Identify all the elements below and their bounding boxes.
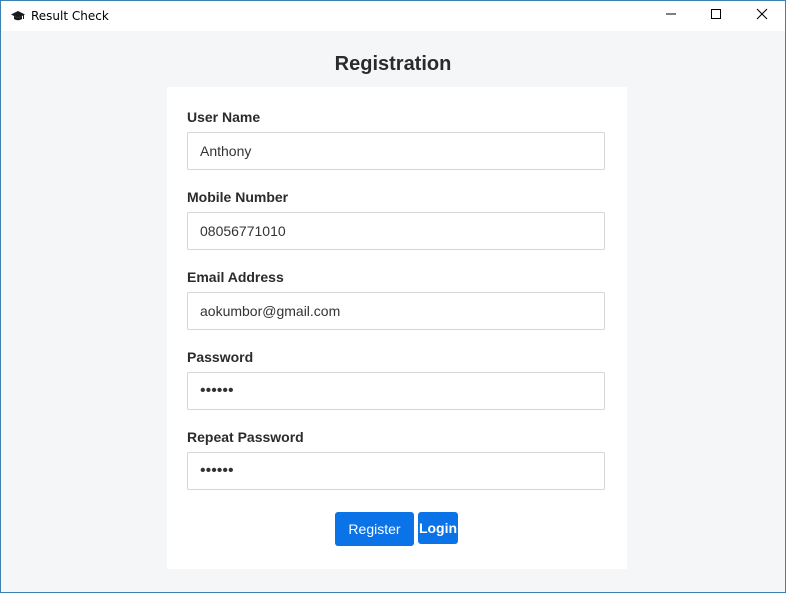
page-title: Registration xyxy=(334,53,452,75)
close-button[interactable] xyxy=(739,1,785,31)
register-button[interactable]: Register xyxy=(335,512,414,546)
title-bar[interactable]: Result Check xyxy=(1,1,785,31)
username-label: User Name xyxy=(187,109,261,125)
repeat-password-label: Repeat Password xyxy=(187,429,304,445)
password-label: Password xyxy=(187,349,254,365)
mobile-input[interactable] xyxy=(187,212,605,250)
maximize-icon xyxy=(710,7,722,25)
maximize-button[interactable] xyxy=(693,1,739,31)
registration-form: User Name Mobile Number Email Address Pa… xyxy=(167,87,627,569)
username-input[interactable] xyxy=(187,132,605,170)
email-input[interactable] xyxy=(187,292,605,330)
repeat-password-input[interactable] xyxy=(187,452,605,490)
minimize-button[interactable] xyxy=(648,1,694,31)
minimize-icon xyxy=(665,7,677,25)
login-button[interactable]: Login xyxy=(418,512,458,544)
password-input[interactable] xyxy=(187,372,605,410)
close-icon xyxy=(756,7,768,25)
mobile-label: Mobile Number xyxy=(187,189,289,205)
window-title: Result Check xyxy=(31,9,109,23)
email-label: Email Address xyxy=(187,269,284,285)
graduation-cap-icon xyxy=(11,9,25,23)
app-window: Result Check Registration User Name Mobi… xyxy=(0,0,786,593)
